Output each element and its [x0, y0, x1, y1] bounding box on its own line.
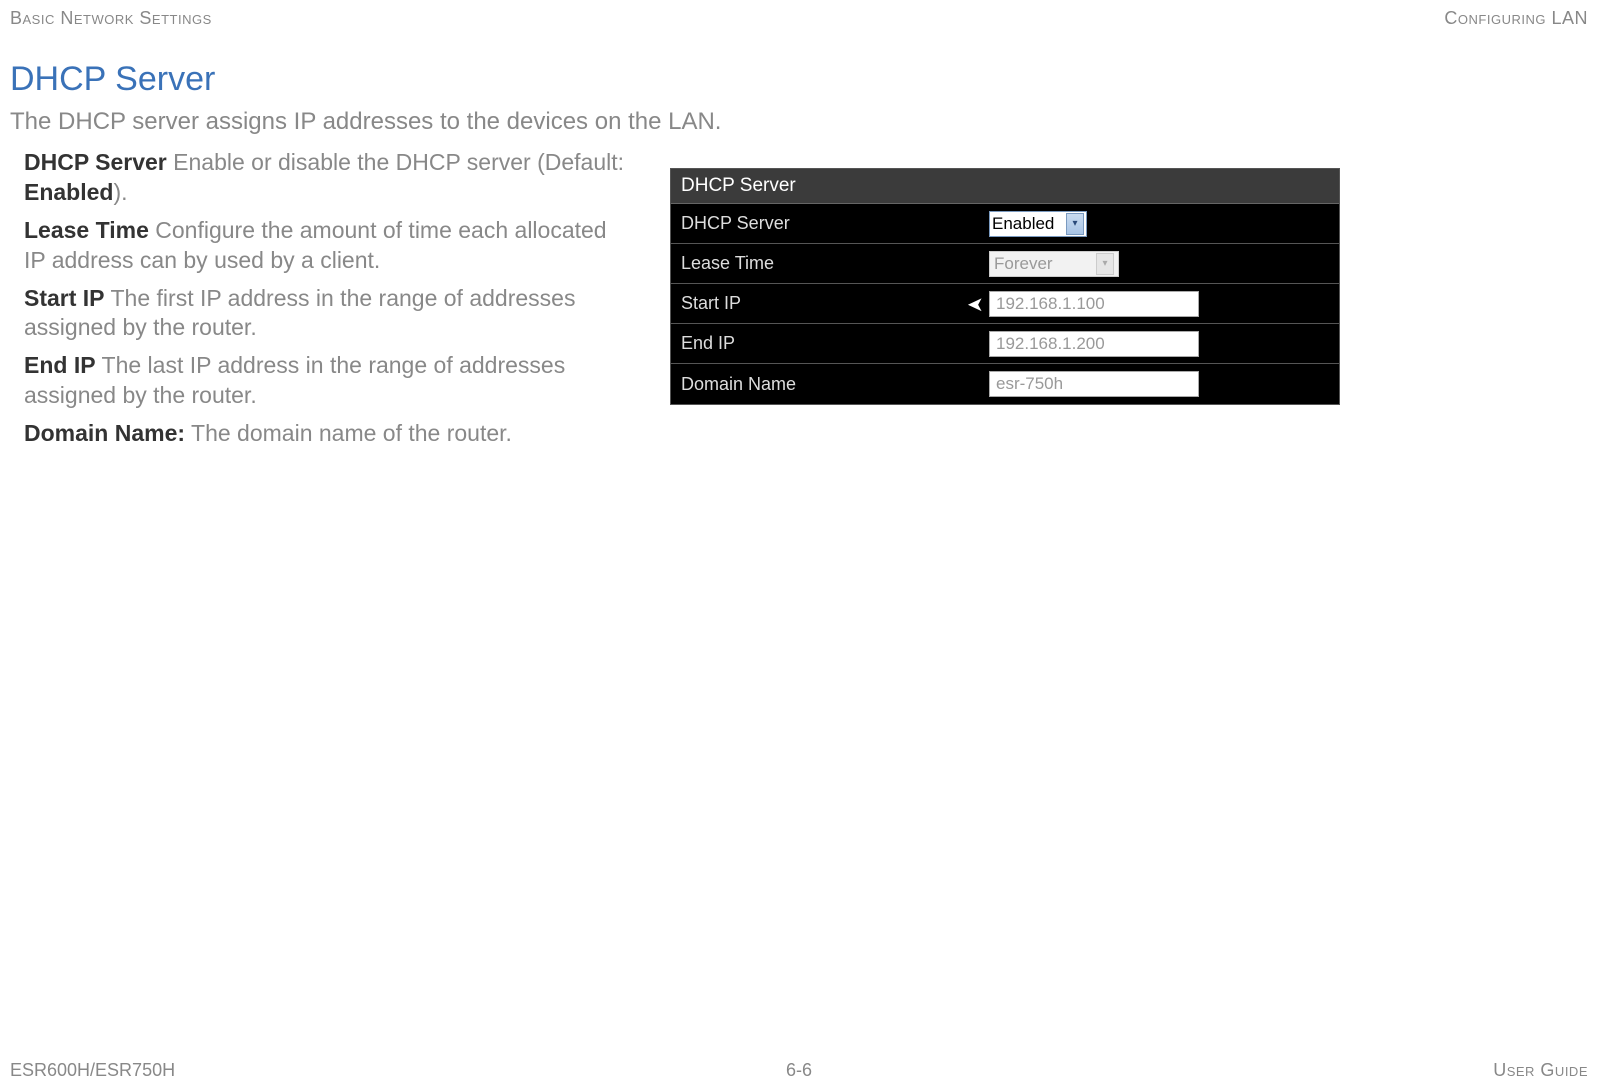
row-dhcp-server: DHCP Server Enabled ▾	[671, 204, 1339, 244]
def-desc: The last IP address in the range of addr…	[24, 352, 565, 408]
header-left-breadcrumb: Basic Network Settings	[10, 8, 212, 29]
chevron-down-icon: ▾	[1066, 213, 1084, 235]
row-start-ip: ➤ Start IP	[671, 284, 1339, 324]
dhcp-server-select[interactable]: Enabled ▾	[989, 211, 1087, 237]
def-desc: The first IP address in the range of add…	[24, 285, 575, 341]
label-start-ip: Start IP	[671, 293, 983, 314]
def-end-ip: End IP The last IP address in the range …	[24, 351, 624, 411]
definitions-list: DHCP Server Enable or disable the DHCP s…	[24, 148, 624, 457]
def-desc: The domain name of the router.	[185, 420, 512, 446]
def-term: Lease Time	[24, 217, 149, 243]
dhcp-server-panel: DHCP Server DHCP Server Enabled ▾ Lease …	[670, 168, 1340, 405]
def-lease-time: Lease Time Configure the amount of time …	[24, 216, 624, 276]
page-title: DHCP Server	[10, 60, 215, 99]
def-term: Start IP	[24, 285, 105, 311]
footer-model: ESR600H/ESR750H	[10, 1060, 175, 1081]
control-end-ip	[983, 327, 1339, 361]
select-value: Enabled	[992, 214, 1054, 234]
control-dhcp-server: Enabled ▾	[983, 207, 1339, 241]
row-end-ip: End IP	[671, 324, 1339, 364]
footer-page-number: 6-6	[786, 1060, 812, 1081]
lease-time-select[interactable]: Forever ▾	[989, 251, 1119, 277]
header-right-breadcrumb: Configuring LAN	[1444, 8, 1588, 29]
control-start-ip	[983, 287, 1339, 321]
def-term: DHCP Server	[24, 149, 167, 175]
def-term: End IP	[24, 352, 96, 378]
def-start-ip: Start IP The first IP address in the ran…	[24, 284, 624, 344]
def-desc-post: ).	[113, 179, 127, 205]
page-subtitle: The DHCP server assigns IP addresses to …	[10, 108, 721, 136]
label-domain-name: Domain Name	[671, 374, 983, 395]
footer-guide-label: User Guide	[1493, 1060, 1588, 1081]
end-ip-input[interactable]	[989, 331, 1199, 357]
label-dhcp-server: DHCP Server	[671, 213, 983, 234]
panel-title: DHCP Server	[671, 169, 1339, 204]
def-domain-name: Domain Name: The domain name of the rout…	[24, 419, 624, 449]
def-desc: Enable or disable the DHCP server (Defau…	[167, 149, 624, 175]
row-domain-name: Domain Name	[671, 364, 1339, 404]
def-bold: Enabled	[24, 179, 113, 205]
control-domain-name	[983, 367, 1339, 401]
def-dhcp-server: DHCP Server Enable or disable the DHCP s…	[24, 148, 624, 208]
select-value: Forever	[994, 254, 1053, 274]
domain-name-input[interactable]	[989, 371, 1199, 397]
control-lease-time: Forever ▾	[983, 247, 1339, 281]
row-lease-time: Lease Time Forever ▾	[671, 244, 1339, 284]
def-term: Domain Name:	[24, 420, 185, 446]
chevron-down-icon: ▾	[1096, 253, 1114, 275]
label-end-ip: End IP	[671, 333, 983, 354]
start-ip-input[interactable]	[989, 291, 1199, 317]
label-lease-time: Lease Time	[671, 253, 983, 274]
